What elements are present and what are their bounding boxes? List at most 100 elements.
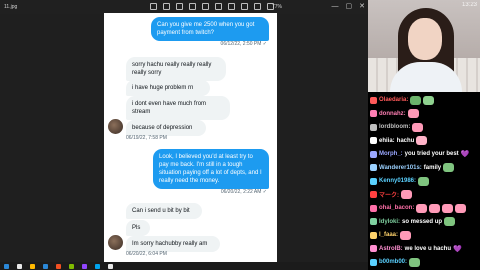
chat-username[interactable]: l_faaa: <box>379 232 398 238</box>
chat-username[interactable]: donnahz: <box>379 111 406 117</box>
favorite-icon[interactable] <box>215 3 222 10</box>
chat-username[interactable]: Wanderer101s: <box>379 165 422 171</box>
chat-username[interactable]: Kenny01986: <box>379 178 416 184</box>
crop-icon[interactable] <box>176 3 183 10</box>
user-badge-icon <box>370 258 377 266</box>
taskbar-app-icon[interactable] <box>108 263 113 269</box>
message-timestamp: 06/19/22, 7:58 PM <box>126 135 167 141</box>
chat-username[interactable]: b00mb00: <box>379 259 407 265</box>
emote-icon <box>416 136 428 145</box>
emote-icon <box>400 230 412 240</box>
user-badge-icon <box>370 123 377 131</box>
heart-icon: 💜 <box>460 151 470 158</box>
chat-text: we love u hachu <box>404 245 452 252</box>
stream-chat: Olaedaria: donnahz: lordbloom: ehiia: hachu M… <box>368 92 480 270</box>
share-icon[interactable] <box>228 3 235 10</box>
avatar <box>108 119 123 134</box>
chat-message: AstrolB: we love u hachu 💜 <box>370 243 462 255</box>
chat-message: ldyloki: so messed up <box>370 216 456 228</box>
received-message: Pls <box>126 220 150 236</box>
emote-icon <box>401 190 412 199</box>
emote-icon <box>410 95 422 105</box>
chat-message: ohai_bacon: <box>370 202 467 214</box>
chat-username[interactable]: Olaedaria: <box>379 97 408 103</box>
user-badge-icon <box>370 204 377 212</box>
chat-username[interactable]: マーク: <box>379 190 399 199</box>
maximize-button[interactable]: ▢ <box>346 2 353 11</box>
chat-message: b00mb00: <box>370 256 421 268</box>
image-viewer-window: 11.jpg 77% — ▢ ✕ Can you give me 2500 wh… <box>0 0 368 262</box>
streamer-face <box>408 18 442 60</box>
window-controls: — ▢ ✕ <box>332 2 366 11</box>
received-message: Can i send u bit by bit <box>126 203 202 219</box>
chat-text: hachu <box>396 137 415 144</box>
message-timestamp: 06/12/22, 2:50 PM ✓ <box>220 41 267 47</box>
received-message: i have huge problem rn <box>126 80 210 96</box>
user-badge-icon <box>370 218 377 225</box>
emote-icon <box>443 163 455 172</box>
received-message: sorry hachu really really really really … <box>126 57 226 81</box>
chat-message: Morph_: you tried your best 💜 <box>370 148 469 160</box>
chat-username[interactable]: AstrolB: <box>379 246 403 252</box>
emote-icon <box>409 257 421 267</box>
chat-message: Wanderer101s: family <box>370 162 455 174</box>
received-message: Im sorry hachubby really am <box>126 236 220 252</box>
emote-icon <box>444 217 456 226</box>
edit-icon[interactable] <box>241 3 248 10</box>
close-button[interactable]: ✕ <box>359 2 365 11</box>
emote-icon <box>429 203 441 213</box>
taskbar-app-icon[interactable] <box>4 263 9 269</box>
heart-icon: 💜 <box>453 245 462 253</box>
chat-message: donnahz: <box>370 108 419 120</box>
emote-icon <box>442 203 454 213</box>
user-badge-icon <box>370 110 377 117</box>
delete-icon[interactable] <box>202 3 209 10</box>
clock-overlay: 13:23 <box>461 2 477 8</box>
taskbar-app-icon[interactable] <box>82 263 87 269</box>
chat-username[interactable]: ldyloki: <box>379 219 400 225</box>
viewer-toolbar <box>150 3 274 10</box>
chat-message: ehiia: hachu <box>370 135 428 147</box>
taskbar-app-icon[interactable] <box>43 263 48 269</box>
rotate-icon[interactable] <box>189 3 196 10</box>
zoom-in-icon[interactable] <box>150 3 157 10</box>
zoom-out-icon[interactable] <box>163 3 170 10</box>
chat-text: so messed up <box>402 218 443 225</box>
chat-message: l_faaa: <box>370 229 412 241</box>
chat-message: Olaedaria: <box>370 94 435 106</box>
sent-message: Look, I believed you'd at least try to p… <box>153 149 269 189</box>
chat-username[interactable]: ohai_bacon: <box>379 205 414 211</box>
emote-icon <box>423 95 435 105</box>
received-message: because of depression <box>126 120 206 136</box>
user-badge-icon <box>370 191 377 198</box>
emote-icon <box>455 203 467 213</box>
chat-text: you tried your best <box>404 151 459 157</box>
taskbar-app-icon[interactable] <box>56 263 61 269</box>
taskbar <box>0 262 368 270</box>
avatar <box>108 235 123 250</box>
chat-username[interactable]: ehiia: <box>379 138 395 144</box>
sent-message: Can you give me 2500 when you got paymen… <box>151 17 269 41</box>
user-badge-icon <box>370 231 377 239</box>
message-timestamp: 06/20/22, 2:22 AM ✓ <box>220 189 267 195</box>
emote-icon <box>412 122 424 132</box>
taskbar-app-icon[interactable] <box>95 263 100 269</box>
received-message: i dont even have much from stream <box>126 96 230 120</box>
print-icon[interactable] <box>254 3 261 10</box>
taskbar-app-icon[interactable] <box>69 263 74 269</box>
zoom-level: 77% <box>272 4 283 10</box>
title-bar: 11.jpg 77% — ▢ ✕ <box>0 0 368 14</box>
minimize-button[interactable]: — <box>332 2 339 11</box>
chat-username[interactable]: Morph_: <box>379 151 403 157</box>
chat-username[interactable]: lordbloom: <box>379 124 410 130</box>
user-badge-icon <box>370 150 377 158</box>
file-name: 11.jpg <box>4 4 18 10</box>
taskbar-app-icon[interactable] <box>30 263 35 269</box>
chat-text: family <box>423 164 442 171</box>
user-badge-icon <box>370 137 377 144</box>
webcam-feed: 13:23 <box>368 0 480 92</box>
chat-message: マーク: <box>370 189 412 201</box>
user-badge-icon <box>370 164 377 171</box>
message-timestamp: 06/20/22, 6:04 PM <box>126 251 167 257</box>
taskbar-app-icon[interactable] <box>17 263 22 269</box>
